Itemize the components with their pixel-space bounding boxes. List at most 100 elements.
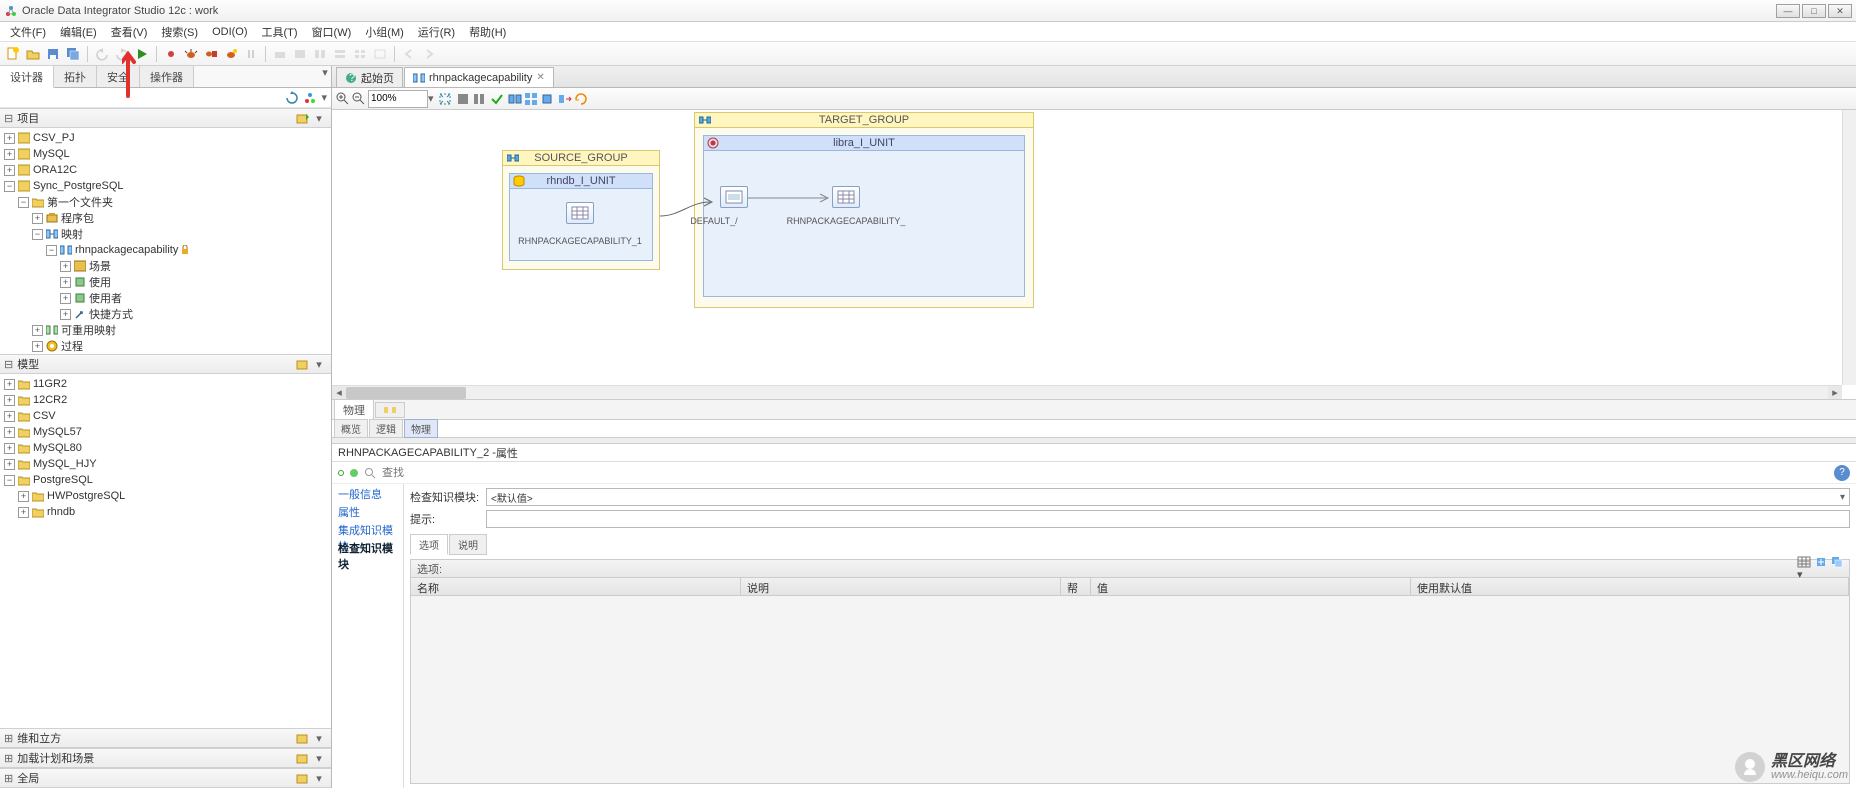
v-scrollbar[interactable]: [1842, 110, 1856, 385]
forward-button[interactable]: [420, 45, 438, 63]
col-help[interactable]: 帮助: [1061, 578, 1091, 595]
import-icon[interactable]: [295, 751, 311, 765]
editor-tab-map[interactable]: rhnpackagecapability ✕: [404, 67, 554, 87]
tree-node-first-folder[interactable]: −第一个文件夹: [0, 194, 331, 210]
tab-operator[interactable]: 操作器: [140, 66, 194, 87]
tree-node-hw[interactable]: +HWPostgreSQL: [0, 488, 331, 504]
import-icon[interactable]: [295, 111, 311, 125]
section-dropdown-icon[interactable]: ▾: [311, 751, 327, 765]
menu-edit[interactable]: 编辑(E): [54, 22, 103, 42]
zoom-in-button[interactable]: [336, 92, 350, 106]
save-button[interactable]: [44, 45, 62, 63]
tree-node-mysql[interactable]: +MySQL: [0, 146, 331, 162]
menu-view[interactable]: 查看(V): [105, 22, 154, 42]
menu-window[interactable]: 窗口(W): [306, 22, 358, 42]
tree-node-mapping[interactable]: −映射: [0, 226, 331, 242]
zoom-out-button[interactable]: [352, 92, 366, 106]
exec1-button[interactable]: [508, 92, 522, 106]
tree-node-user[interactable]: +使用者: [0, 290, 331, 306]
section-dropdown-icon[interactable]: ▾: [311, 771, 327, 785]
maximize-button[interactable]: □: [1802, 4, 1826, 18]
layout2-button[interactable]: [472, 92, 486, 106]
default-box[interactable]: [720, 186, 748, 208]
d3-button[interactable]: [311, 45, 329, 63]
h-scrollbar[interactable]: ◂ ▸: [332, 385, 1842, 399]
import-model-icon[interactable]: [295, 357, 311, 371]
save-all-button[interactable]: [64, 45, 82, 63]
zoom-dropdown-icon[interactable]: ▾: [428, 92, 434, 105]
undo-button[interactable]: [93, 45, 111, 63]
hint-input[interactable]: [486, 510, 1850, 528]
section-dim[interactable]: ⊞ 维和立方 ▾: [0, 728, 331, 748]
fit-button[interactable]: [438, 92, 452, 106]
menu-file[interactable]: 文件(F): [4, 22, 52, 42]
tree-node-scene[interactable]: +场景: [0, 258, 331, 274]
mapping-canvas[interactable]: SOURCE_GROUP rhndb_I_UNIT RHNPACKAGECAPA…: [332, 110, 1856, 400]
step-button[interactable]: [162, 45, 180, 63]
redo-button[interactable]: [113, 45, 131, 63]
minimize-button[interactable]: —: [1776, 4, 1800, 18]
tree-node-m6[interactable]: +MySQL_HJY: [0, 456, 331, 472]
editor-tab-start[interactable]: ? 起始页: [336, 67, 403, 87]
close-button[interactable]: ✕: [1828, 4, 1852, 18]
propnav-attr[interactable]: 属性: [332, 502, 403, 520]
debug3-button[interactable]: [222, 45, 240, 63]
d6-button[interactable]: [371, 45, 389, 63]
menu-help[interactable]: 帮助(H): [463, 22, 512, 42]
tree-node-rhn[interactable]: −rhnpackagecapability: [0, 242, 331, 258]
source-group[interactable]: SOURCE_GROUP rhndb_I_UNIT RHNPACKAGECAPA…: [502, 150, 660, 270]
nav-odi-icon[interactable]: [303, 91, 317, 105]
debug2-button[interactable]: [202, 45, 220, 63]
tree-node-m4[interactable]: +MySQL57: [0, 424, 331, 440]
tree-node-shortcut[interactable]: +快捷方式: [0, 306, 331, 322]
tree-node-sync[interactable]: −Sync_PostgreSQL: [0, 178, 331, 194]
tree-node-m3[interactable]: +CSV: [0, 408, 331, 424]
ckm-select[interactable]: <默认值>: [486, 488, 1850, 506]
target-unit[interactable]: libra_I_UNIT DEFAULT_/ RHNPACKAGECAPABIL…: [703, 135, 1025, 297]
section-model[interactable]: ⊟ 模型 ▾: [0, 354, 331, 374]
section-project[interactable]: ⊟ 项目 ▾: [0, 108, 331, 128]
tree-node-csvpj[interactable]: +CSV_PJ: [0, 130, 331, 146]
tree-node-package[interactable]: +程序包: [0, 210, 331, 226]
help-icon[interactable]: ?: [1834, 465, 1850, 481]
col-value[interactable]: 值: [1091, 578, 1411, 595]
tree-node-process[interactable]: +过程: [0, 338, 331, 354]
col-desc[interactable]: 说明: [741, 578, 1061, 595]
exec4-button[interactable]: [558, 92, 572, 106]
debug-button[interactable]: [182, 45, 200, 63]
run-button[interactable]: [133, 45, 151, 63]
property-search-input[interactable]: [382, 467, 1828, 479]
subtab-logical[interactable]: 逻辑: [369, 419, 403, 438]
physical-tab[interactable]: 物理: [334, 399, 374, 421]
exec2-button[interactable]: [524, 92, 538, 106]
col-name[interactable]: 名称: [411, 578, 741, 595]
subtab-overview[interactable]: 概览: [334, 419, 368, 438]
exec3-button[interactable]: [540, 92, 554, 106]
d1-button[interactable]: [271, 45, 289, 63]
tab-security[interactable]: 安全: [97, 66, 140, 87]
col-default[interactable]: 使用默认值: [1411, 578, 1849, 595]
layout1-button[interactable]: [456, 92, 470, 106]
section-dropdown-icon[interactable]: ▾: [311, 111, 327, 125]
target-datastore[interactable]: [832, 186, 860, 208]
exec5-button[interactable]: [574, 92, 588, 106]
tree-node-ora12c[interactable]: +ORA12C: [0, 162, 331, 178]
propnav-ckm[interactable]: 检查知识模块: [332, 538, 403, 556]
section-load[interactable]: ⊞ 加载计划和场景 ▾: [0, 748, 331, 768]
pause-button[interactable]: [242, 45, 260, 63]
opt-tab-options[interactable]: 选项: [410, 534, 448, 555]
zoom-select[interactable]: [368, 90, 428, 108]
d2-button[interactable]: [291, 45, 309, 63]
menu-search[interactable]: 搜索(S): [155, 22, 204, 42]
propnav-ikm[interactable]: 集成知识模块: [332, 520, 403, 538]
tree-node-reusable[interactable]: +可重用映射: [0, 322, 331, 338]
tree-node-use[interactable]: +使用: [0, 274, 331, 290]
menu-odi[interactable]: ODI(O): [206, 24, 253, 40]
menu-tools[interactable]: 工具(T): [256, 22, 304, 42]
section-global[interactable]: ⊞ 全局 ▾: [0, 768, 331, 788]
tree-node-pg[interactable]: −PostgreSQL: [0, 472, 331, 488]
propnav-general[interactable]: 一般信息: [332, 484, 403, 502]
scroll-left-icon[interactable]: ◂: [332, 386, 346, 400]
tab-topology[interactable]: 拓扑: [54, 66, 97, 87]
diagram-icon-tab[interactable]: [375, 402, 405, 418]
